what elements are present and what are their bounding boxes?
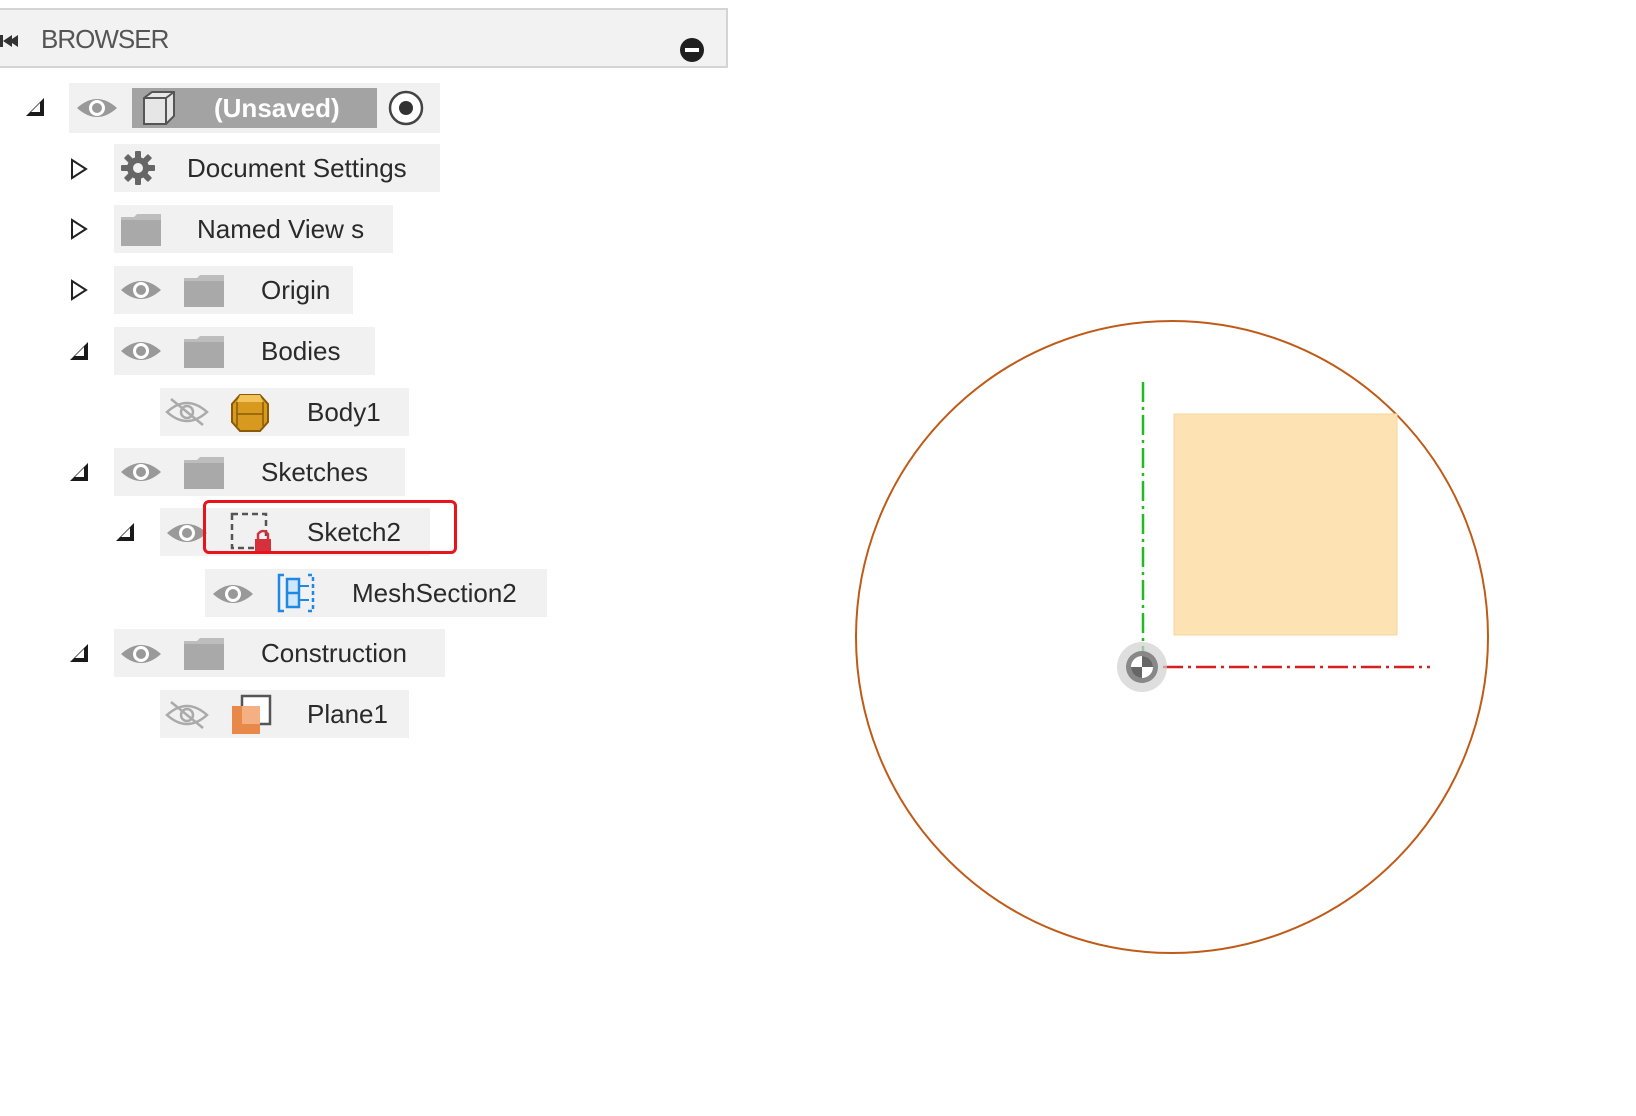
collapse-left-icon[interactable] (0, 32, 22, 50)
eye-hidden-icon[interactable] (165, 397, 209, 427)
eye-icon[interactable] (75, 93, 119, 123)
folder-icon (184, 336, 224, 368)
expanded-triangle-icon[interactable] (24, 96, 46, 118)
expanded-triangle-icon[interactable] (68, 461, 90, 483)
tree-label-construction: Construction (261, 638, 407, 668)
expanded-triangle-icon[interactable] (68, 340, 90, 362)
tree-label-named-views: Named View s (197, 214, 365, 244)
tree-label-sketches: Sketches (261, 457, 368, 487)
folder-icon (184, 638, 224, 670)
body-icon (231, 394, 269, 432)
expanded-triangle-icon[interactable] (68, 642, 90, 664)
folder-icon (184, 457, 224, 489)
collapsed-triangle-icon[interactable] (68, 279, 90, 301)
eye-icon[interactable] (119, 336, 163, 366)
tree-label-mesh-section2: MeshSection2 (352, 578, 517, 608)
collapsed-triangle-icon[interactable] (68, 158, 90, 180)
tree-label-body1: Body1 (307, 397, 381, 427)
collapsed-triangle-icon[interactable] (68, 218, 90, 240)
eye-icon[interactable] (211, 579, 255, 609)
folder-icon (184, 275, 224, 307)
tree-label-document-settings: Document Settings (187, 153, 407, 183)
folder-icon (121, 214, 161, 246)
browser-title: BROWSER (41, 24, 169, 54)
eye-icon[interactable] (119, 275, 163, 305)
eye-icon[interactable] (119, 457, 163, 487)
radio-active-icon[interactable] (387, 89, 425, 127)
tree-label-bodies: Bodies (261, 336, 341, 366)
tree-label-origin: Origin (261, 275, 331, 305)
gear-icon (121, 151, 155, 185)
plane-icon (232, 694, 272, 734)
selection-highlight (203, 500, 457, 554)
expanded-triangle-icon[interactable] (114, 521, 136, 543)
mesh-section-icon (277, 573, 315, 613)
minimize-icon[interactable] (680, 38, 704, 62)
eye-icon[interactable] (119, 639, 163, 669)
eye-hidden-icon[interactable] (165, 700, 209, 730)
origin-point-icon[interactable] (1117, 642, 1167, 692)
tree-label-plane1: Plane1 (307, 699, 388, 729)
root-label: (Unsaved) (214, 93, 340, 123)
browser-panel-header: BROWSER (0, 8, 728, 68)
canvas-viewport[interactable] (760, 280, 1620, 980)
sketch-profile-rectangle[interactable] (1173, 413, 1398, 636)
component-icon (143, 91, 175, 125)
